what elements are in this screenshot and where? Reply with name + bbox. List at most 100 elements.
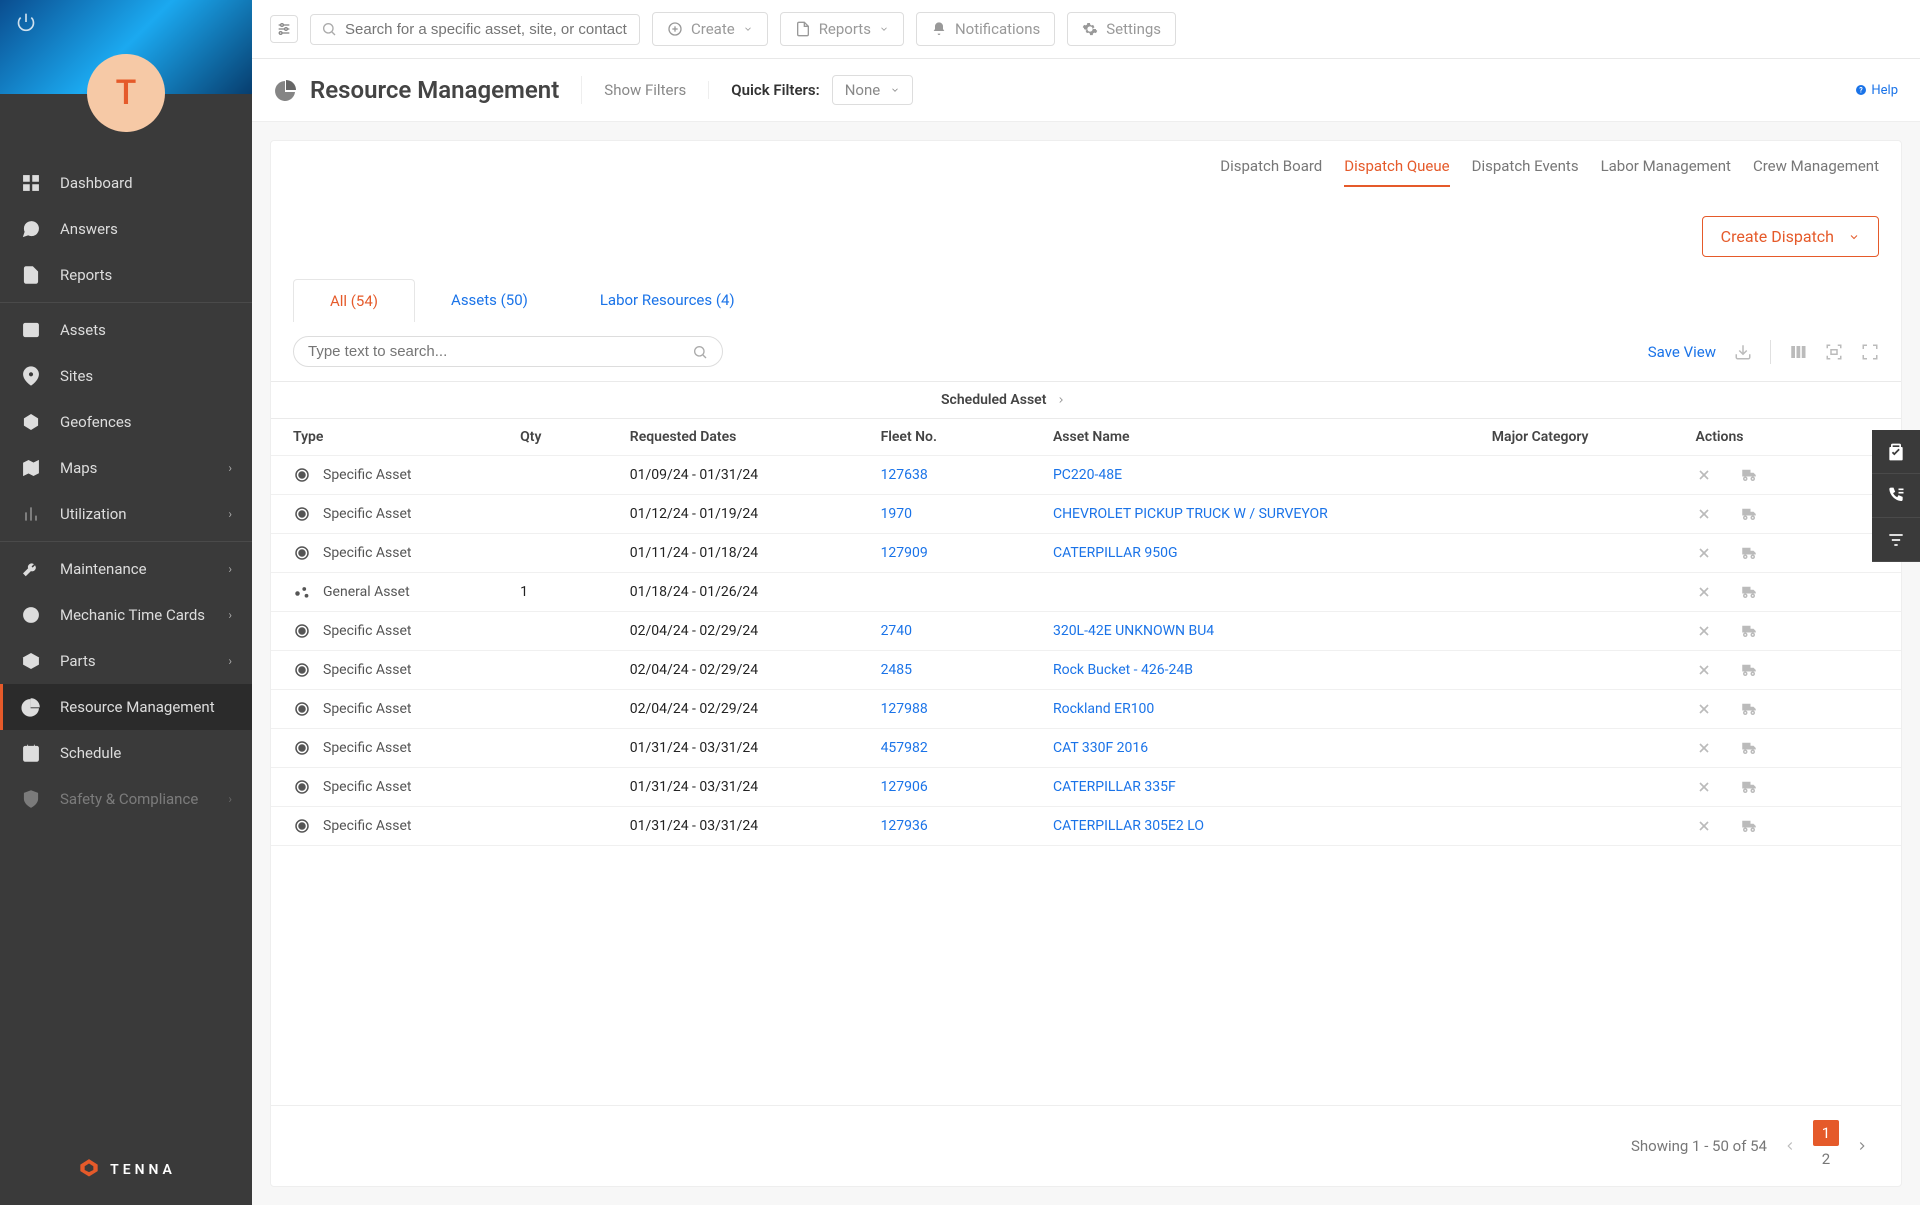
col-header-category[interactable]: Major Category xyxy=(1478,419,1682,456)
fleet-link[interactable]: 127906 xyxy=(881,779,928,795)
asset-name-link[interactable]: CAT 330F 2016 xyxy=(1053,740,1148,756)
truck-icon[interactable] xyxy=(1738,583,1760,601)
sidebar-item-sites[interactable]: Sites xyxy=(0,353,252,399)
col-header-dates[interactable]: Requested Dates xyxy=(616,419,867,456)
fleet-link[interactable]: 1970 xyxy=(881,506,912,522)
save-view-link[interactable]: Save View xyxy=(1648,343,1716,361)
truck-icon[interactable] xyxy=(1738,622,1760,640)
remove-icon[interactable] xyxy=(1696,779,1712,795)
settings-button[interactable]: Settings xyxy=(1067,12,1176,46)
notifications-button[interactable]: Notifications xyxy=(916,12,1055,46)
focus-icon[interactable] xyxy=(1825,343,1843,361)
remove-icon[interactable] xyxy=(1696,506,1712,522)
fleet-link[interactable]: 2740 xyxy=(881,623,912,639)
sidebar-item-parts[interactable]: Parts› xyxy=(0,638,252,684)
fleet-link[interactable]: 127936 xyxy=(881,818,928,834)
fleet-link[interactable]: 127988 xyxy=(881,701,928,717)
asset-name-link[interactable]: Rockland ER100 xyxy=(1053,701,1154,717)
fullscreen-icon[interactable] xyxy=(1861,343,1879,361)
asset-name-link[interactable]: PC220-48E xyxy=(1053,467,1122,483)
asset-name-link[interactable]: CATERPILLAR 950G xyxy=(1053,545,1178,561)
reports-button[interactable]: Reports xyxy=(780,12,904,46)
table-search[interactable] xyxy=(293,336,723,367)
pager-prev[interactable] xyxy=(1777,1133,1803,1159)
asset-name-link[interactable]: CATERPILLAR 335F xyxy=(1053,779,1176,795)
truck-icon[interactable] xyxy=(1738,739,1760,757)
sidebar-item-answers[interactable]: Answers xyxy=(0,206,252,252)
col-header-name[interactable]: Asset Name xyxy=(1039,419,1478,456)
fleet-link[interactable]: 2485 xyxy=(881,662,912,678)
sidebar-item-mechanic-time-cards[interactable]: Mechanic Time Cards› xyxy=(0,592,252,638)
asset-name-link[interactable]: Rock Bucket - 426-24B xyxy=(1053,662,1193,678)
sidebar-item-utilization[interactable]: Utilization› xyxy=(0,491,252,537)
category-cell xyxy=(1478,612,1682,651)
remove-icon[interactable] xyxy=(1696,623,1712,639)
phone-icon[interactable] xyxy=(1872,474,1920,518)
tab-dispatch-queue[interactable]: Dispatch Queue xyxy=(1344,157,1449,187)
search-input[interactable] xyxy=(345,21,629,38)
tab-crew-management[interactable]: Crew Management xyxy=(1753,157,1879,187)
truck-icon[interactable] xyxy=(1738,544,1760,562)
remove-icon[interactable] xyxy=(1696,818,1712,834)
asset-name-link[interactable]: 320L-42E UNKNOWN BU4 xyxy=(1053,623,1214,639)
sidebar-item-geofences[interactable]: Geofences xyxy=(0,399,252,445)
help-link[interactable]: ? Help xyxy=(1855,83,1898,98)
asset-name-link[interactable]: CHEVROLET PICKUP TRUCK W / SURVEYOR xyxy=(1053,506,1328,522)
truck-icon[interactable] xyxy=(1738,505,1760,523)
remove-icon[interactable] xyxy=(1696,662,1712,678)
sidebar-item-maintenance[interactable]: Maintenance› xyxy=(0,546,252,592)
col-header-qty[interactable]: Qty xyxy=(506,419,616,456)
remove-icon[interactable] xyxy=(1696,467,1712,483)
tab-labor-management[interactable]: Labor Management xyxy=(1601,157,1731,187)
global-search[interactable] xyxy=(310,14,640,45)
truck-icon[interactable] xyxy=(1738,466,1760,484)
tab-dispatch-board[interactable]: Dispatch Board xyxy=(1220,157,1322,187)
filters-toggle-icon[interactable] xyxy=(270,15,298,43)
tab-dispatch-events[interactable]: Dispatch Events xyxy=(1472,157,1579,187)
sidebar-item-assets[interactable]: Assets xyxy=(0,307,252,353)
asset-name-link[interactable]: CATERPILLAR 305E2 LO xyxy=(1053,818,1204,834)
sidebar-item-reports[interactable]: Reports xyxy=(0,252,252,298)
remove-icon[interactable] xyxy=(1696,740,1712,756)
avatar[interactable]: T xyxy=(87,54,165,132)
col-header-type[interactable]: Type xyxy=(271,419,506,456)
sub-tab-1[interactable]: Assets (50) xyxy=(415,279,564,322)
sub-tab-2[interactable]: Labor Resources (4) xyxy=(564,279,771,322)
create-button[interactable]: Create xyxy=(652,12,768,46)
remove-icon[interactable] xyxy=(1696,701,1712,717)
pager-next[interactable] xyxy=(1849,1133,1875,1159)
chevron-right-icon xyxy=(1056,395,1066,405)
fleet-link[interactable]: 457982 xyxy=(881,740,928,756)
pager-page-1[interactable]: 1 xyxy=(1813,1120,1839,1146)
sidebar-item-resource-management[interactable]: Resource Management xyxy=(0,684,252,730)
truck-icon[interactable] xyxy=(1738,778,1760,796)
sidebar-item-schedule[interactable]: Schedule xyxy=(0,730,252,776)
truck-icon[interactable] xyxy=(1738,661,1760,679)
download-icon[interactable] xyxy=(1734,343,1752,361)
show-filters-link[interactable]: Show Filters xyxy=(604,81,709,99)
sub-tab-0[interactable]: All (54) xyxy=(293,279,415,322)
sidebar-item-dashboard[interactable]: Dashboard xyxy=(0,160,252,206)
table-row: Specific Asset01/31/24 - 03/31/24127936C… xyxy=(271,807,1901,846)
quick-filters-select[interactable]: None xyxy=(832,75,914,105)
pager-page-2[interactable]: 2 xyxy=(1813,1146,1839,1172)
col-header-fleet[interactable]: Fleet No. xyxy=(867,419,1039,456)
remove-icon[interactable] xyxy=(1696,545,1712,561)
sidebar-item-maps[interactable]: Maps› xyxy=(0,445,252,491)
table-search-input[interactable] xyxy=(308,343,692,360)
scheduled-asset-group-header[interactable]: Scheduled Asset xyxy=(271,381,1901,419)
truck-icon[interactable] xyxy=(1738,700,1760,718)
group-header-label: Scheduled Asset xyxy=(941,392,1046,408)
create-dispatch-button[interactable]: Create Dispatch xyxy=(1702,216,1879,257)
sidebar-item-safety-compliance[interactable]: Safety & Compliance› xyxy=(0,776,252,822)
clipboard-icon[interactable] xyxy=(1872,430,1920,474)
fleet-link[interactable]: 127909 xyxy=(881,545,928,561)
col-header-actions[interactable]: Actions xyxy=(1682,419,1901,456)
chat-icon xyxy=(20,218,42,240)
columns-icon[interactable] xyxy=(1789,343,1807,361)
filter-icon[interactable] xyxy=(1872,518,1920,562)
remove-icon[interactable] xyxy=(1696,584,1712,600)
fleet-link[interactable]: 127638 xyxy=(881,467,928,483)
truck-icon[interactable] xyxy=(1738,817,1760,835)
power-icon[interactable] xyxy=(16,12,36,32)
